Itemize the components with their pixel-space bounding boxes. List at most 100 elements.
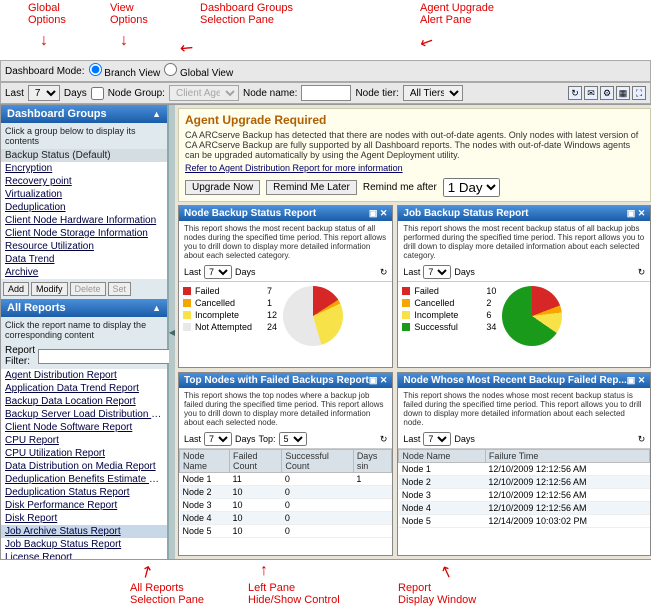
report-list-item[interactable]: Backup Data Location Report (1, 395, 167, 408)
dashboard-group-item[interactable]: Recovery point (1, 175, 167, 188)
layout-icon[interactable]: ▦ (616, 86, 630, 100)
report-title: Top Nodes with Failed Backups Report (184, 375, 369, 386)
node-group-check[interactable] (91, 87, 104, 100)
report-list-item[interactable]: Agent Distribution Report (1, 369, 167, 382)
days-select[interactable]: 7 (204, 265, 232, 279)
report-list-item[interactable]: Deduplication Benefits Estimate Report (1, 473, 167, 486)
table-row[interactable]: Node 3100 (180, 499, 392, 512)
report-list-item[interactable]: Job Backup Status Report (1, 538, 167, 551)
days-select[interactable]: 7 (423, 265, 451, 279)
refresh-icon[interactable]: ↻ (380, 434, 388, 445)
dashboard-group-item[interactable]: Backup Status (Default) (1, 149, 167, 162)
table-row[interactable]: Node 11101 (180, 473, 392, 486)
days-label: Days (454, 267, 475, 277)
all-reports-header[interactable]: All Reports ▲ (1, 299, 167, 317)
column-header[interactable]: Node Name (180, 450, 230, 473)
refresh-icon[interactable]: ↻ (380, 267, 388, 278)
modify-button[interactable]: Modify (31, 282, 68, 296)
refresh-icon[interactable]: ↻ (638, 434, 646, 445)
report-list-item[interactable]: Client Node Software Report (1, 421, 167, 434)
node-tier-select[interactable]: All Tiers (403, 85, 463, 101)
node-name-input[interactable] (301, 85, 351, 101)
column-header[interactable]: Days sin (353, 450, 392, 473)
column-header[interactable]: Failed Count (229, 450, 281, 473)
days-select[interactable]: 7 (28, 85, 60, 101)
report-list-item[interactable]: License Report (1, 551, 167, 559)
last-label: Last (403, 434, 420, 444)
column-header[interactable]: Successful Count (282, 450, 353, 473)
table-row[interactable]: Node 312/10/2009 12:12:56 AM (399, 489, 650, 502)
dashboard-group-item[interactable]: Client Node Hardware Information (1, 214, 167, 227)
legend-item[interactable]: Incomplete6 (402, 310, 496, 320)
pie-chart[interactable] (283, 286, 343, 346)
days-select[interactable]: 7 (204, 432, 232, 446)
dashboard-groups-list: Backup Status (Default)EncryptionRecover… (1, 149, 167, 279)
mail-icon[interactable]: ✉ (584, 86, 598, 100)
table-row[interactable]: Node 412/10/2009 12:12:56 AM (399, 502, 650, 515)
top-select[interactable]: 5 (279, 432, 307, 446)
legend-item[interactable]: Successful34 (402, 322, 496, 332)
collapse-icon[interactable]: ▲ (152, 109, 161, 119)
alert-text: CA ARCserve Backup has detected that the… (185, 130, 644, 160)
ann-agent-upgrade: Agent Upgrade Alert Pane (420, 2, 494, 26)
settings-icon[interactable]: ⚙ (600, 86, 614, 100)
legend-item[interactable]: Cancelled2 (402, 298, 496, 308)
table-row[interactable]: Node 5100 (180, 525, 392, 538)
toolbar-icons: ↻ ✉ ⚙ ▦ ⛶ (568, 86, 646, 100)
report-list-item[interactable]: Application Data Trend Report (1, 382, 167, 395)
expand-icon[interactable]: ⛶ (632, 86, 646, 100)
maximize-icon[interactable]: ▣ ✕ (627, 375, 646, 386)
legend-item[interactable]: Incomplete12 (183, 310, 277, 320)
report-list-item[interactable]: Data Distribution on Media Report (1, 460, 167, 473)
ann-dash-groups: Dashboard Groups Selection Pane (200, 2, 293, 26)
delete-button: Delete (70, 282, 106, 296)
legend-item[interactable]: Failed10 (402, 286, 496, 296)
global-view-radio[interactable]: Global View (164, 63, 233, 79)
maximize-icon[interactable]: ▣ ✕ (369, 375, 388, 386)
dashboard-group-item[interactable]: Encryption (1, 162, 167, 175)
report-list-item[interactable]: Disk Performance Report (1, 499, 167, 512)
report-list-item[interactable]: Disk Report (1, 512, 167, 525)
report-list-item[interactable]: CPU Utilization Report (1, 447, 167, 460)
pie-chart[interactable] (502, 286, 562, 346)
report-list-item[interactable]: CPU Report (1, 434, 167, 447)
days-select[interactable]: 7 (423, 432, 451, 446)
node-group-select[interactable]: Client Agent (169, 85, 239, 101)
dashboard-group-item[interactable]: Virtualization (1, 188, 167, 201)
dashboard-group-item[interactable]: Resource Utilization (1, 240, 167, 253)
legend-item[interactable]: Not Attempted24 (183, 322, 277, 332)
report-filter-input[interactable] (38, 349, 172, 364)
remind-select[interactable]: 1 Day (443, 178, 500, 197)
all-reports-desc: Click the report name to display the cor… (1, 317, 167, 343)
maximize-icon[interactable]: ▣ ✕ (627, 208, 646, 219)
collapse-icon[interactable]: ▲ (152, 303, 161, 313)
maximize-icon[interactable]: ▣ ✕ (369, 208, 388, 219)
legend-item[interactable]: Failed7 (183, 286, 277, 296)
dashboard-group-item[interactable]: Client Node Storage Information (1, 227, 167, 240)
branch-view-radio[interactable]: Branch View (89, 63, 161, 79)
column-header[interactable]: Failure Time (485, 450, 649, 463)
ann-view-options: View Options (110, 2, 148, 26)
dashboard-group-item[interactable]: Data Trend (1, 253, 167, 266)
table-row[interactable]: Node 212/10/2009 12:12:56 AM (399, 476, 650, 489)
table-row[interactable]: Node 512/14/2009 10:03:02 PM (399, 515, 650, 528)
report-list-item[interactable]: Job Archive Status Report (1, 525, 167, 538)
dashboard-group-item[interactable]: Archive (1, 266, 167, 279)
column-header[interactable]: Node Name (399, 450, 486, 463)
dashboard-groups-header[interactable]: Dashboard Groups ▲ (1, 105, 167, 123)
report-list-item[interactable]: Deduplication Status Report (1, 486, 167, 499)
remind-later-button[interactable]: Remind Me Later (266, 180, 357, 195)
refresh-icon[interactable]: ↻ (638, 267, 646, 278)
add-button[interactable]: Add (3, 282, 29, 296)
upgrade-now-button[interactable]: Upgrade Now (185, 180, 260, 195)
refresh-icon[interactable]: ↻ (568, 86, 582, 100)
ann-global-options: Global Options (28, 2, 66, 26)
dashboard-group-item[interactable]: Deduplication (1, 201, 167, 214)
alert-link[interactable]: Refer to Agent Distribution Report for m… (185, 163, 403, 173)
table-row[interactable]: Node 4100 (180, 512, 392, 525)
table-row[interactable]: Node 2100 (180, 486, 392, 499)
node-name-label: Node name: (243, 88, 297, 99)
report-list-item[interactable]: Backup Server Load Distribution Report (1, 408, 167, 421)
table-row[interactable]: Node 112/10/2009 12:12:56 AM (399, 463, 650, 476)
legend-item[interactable]: Cancelled1 (183, 298, 277, 308)
